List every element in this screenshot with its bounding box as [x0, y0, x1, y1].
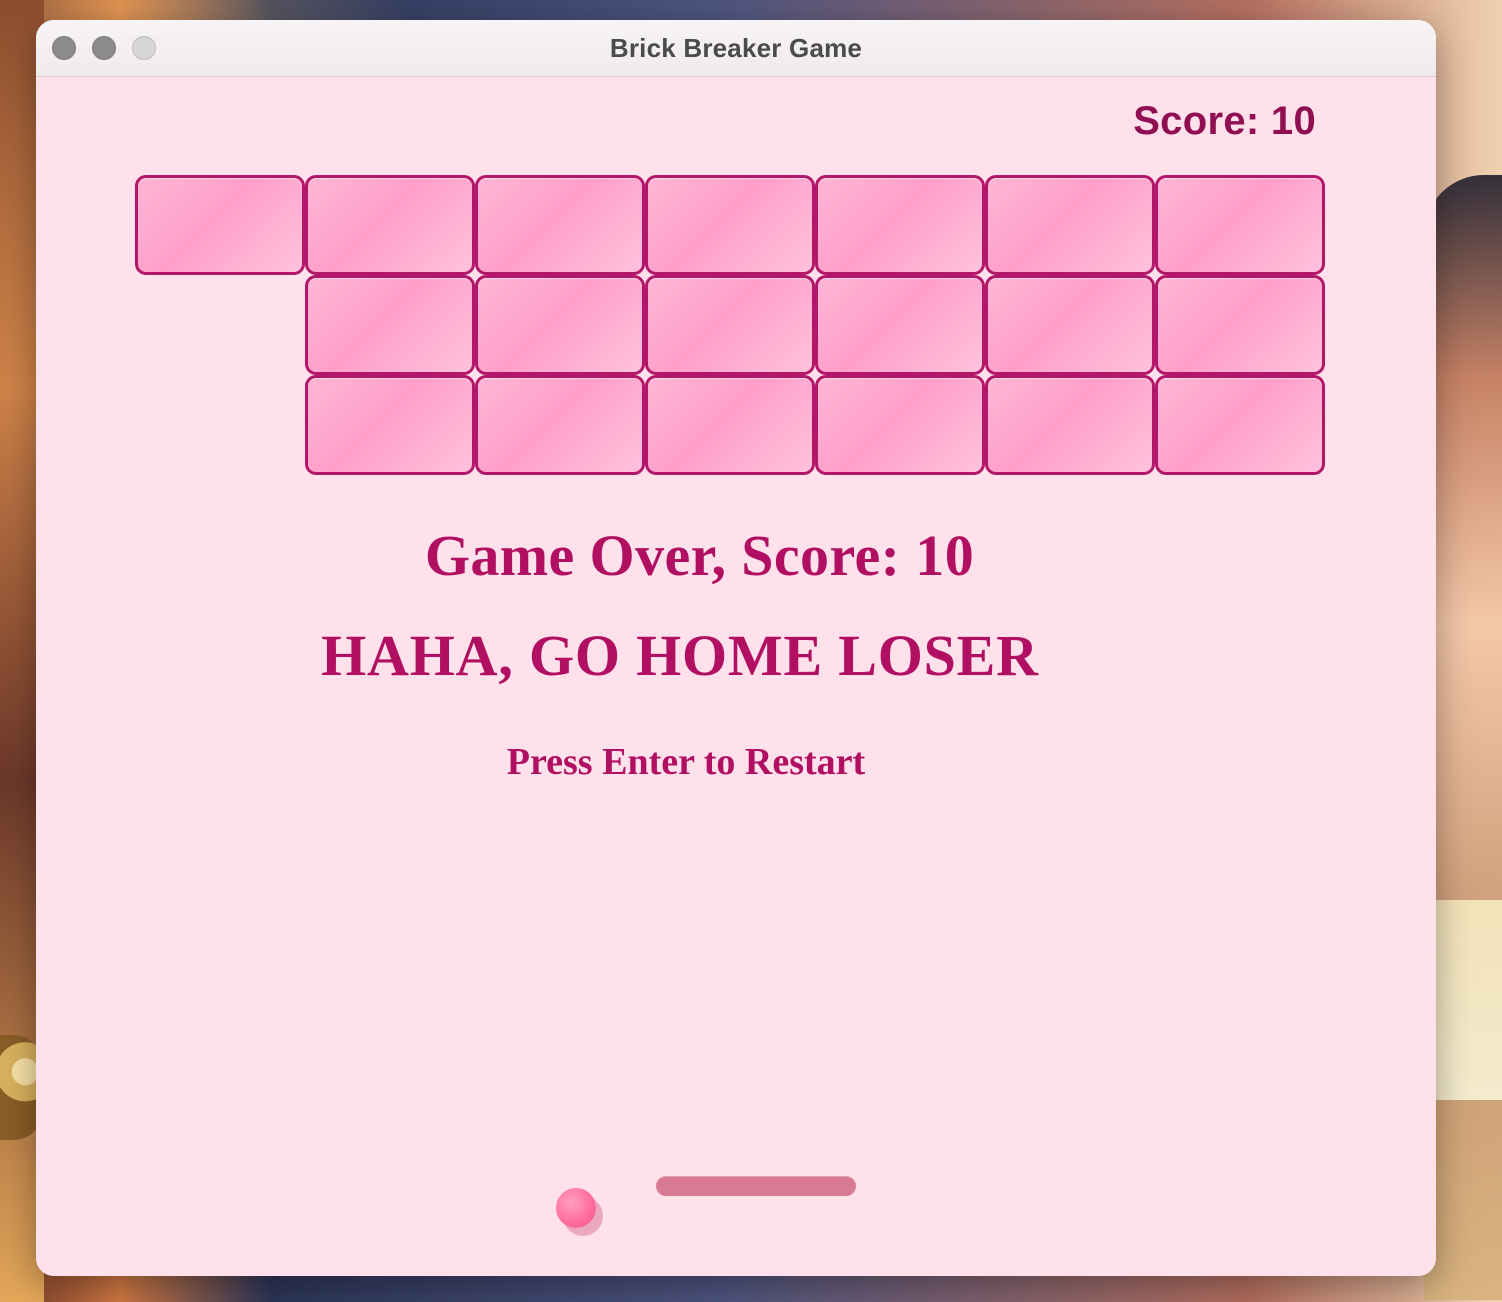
app-window: Brick Breaker Game Score: 10 Game Over, …	[36, 20, 1436, 1276]
brick	[305, 175, 475, 275]
brick	[645, 375, 815, 475]
title-bar: Brick Breaker Game	[36, 20, 1436, 77]
minimize-window-icon[interactable]	[92, 36, 116, 60]
brick	[645, 275, 815, 375]
paddle	[656, 1176, 856, 1196]
brick	[645, 175, 815, 275]
brick	[475, 175, 645, 275]
brick	[475, 375, 645, 475]
brick	[815, 275, 985, 375]
brick	[985, 175, 1155, 275]
background-right-window	[1427, 900, 1502, 1100]
brick	[1155, 175, 1325, 275]
taunt-message: HAHA, GO HOME LOSER	[321, 623, 1039, 688]
game-over-message: Game Over, Score: 10	[424, 523, 975, 588]
brick	[1155, 375, 1325, 475]
close-window-icon[interactable]	[52, 36, 76, 60]
restart-instruction: Press Enter to Restart	[506, 741, 866, 783]
brick	[305, 275, 475, 375]
brick	[985, 375, 1155, 475]
window-title: Brick Breaker Game	[609, 32, 863, 63]
brick	[305, 375, 475, 475]
maximize-window-icon[interactable]	[132, 36, 156, 60]
window-controls	[52, 36, 156, 60]
brick	[135, 175, 305, 275]
ball	[556, 1188, 596, 1228]
brick	[815, 375, 985, 475]
brick	[1155, 275, 1325, 375]
brick	[985, 275, 1155, 375]
brick	[815, 175, 985, 275]
brick	[475, 275, 645, 375]
game-area[interactable]: Score: 10 Game Over, Score: 10 HAHA, GO …	[36, 77, 1436, 1276]
